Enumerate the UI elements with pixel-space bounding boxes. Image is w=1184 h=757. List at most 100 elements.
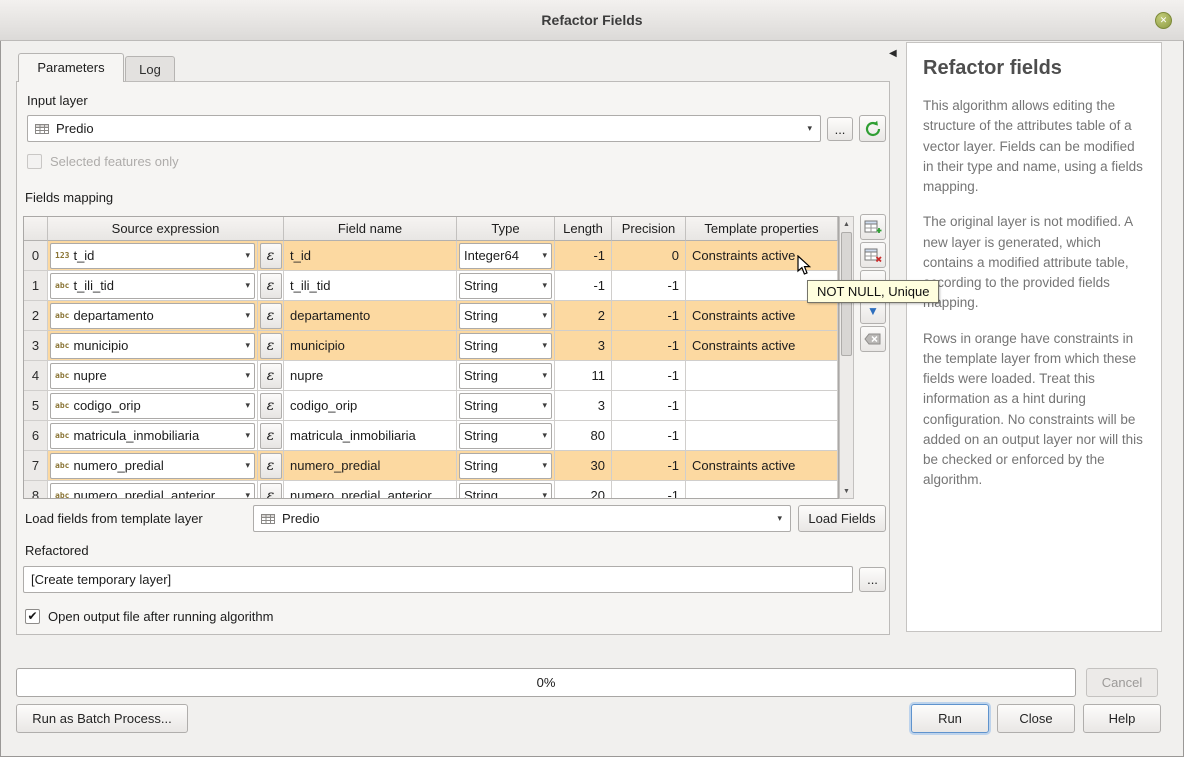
precision-cell[interactable]: -1 [612, 391, 686, 421]
fields-table-row: 0 123 t_id ▾ ε t_id Integer64 ▾ -1 0 Con… [24, 241, 838, 271]
add-field-button[interactable] [860, 214, 886, 240]
open-output-checkbox[interactable]: ✔ [25, 609, 40, 624]
expression-builder-button[interactable]: ε [260, 363, 282, 389]
collapse-help-arrow[interactable]: ◀ [889, 48, 897, 59]
header-precision[interactable]: Precision [612, 217, 686, 241]
row-number[interactable]: 2 [24, 301, 48, 331]
type-combo[interactable]: String ▾ [459, 453, 552, 479]
type-combo[interactable]: String ▾ [459, 273, 552, 299]
type-combo[interactable]: String ▾ [459, 423, 552, 449]
expression-builder-button[interactable]: ε [260, 273, 282, 299]
source-expression-combo[interactable]: abc numero_predial_anterior ▾ [50, 483, 255, 500]
type-cell: String ▾ [457, 361, 555, 391]
source-expression-combo[interactable]: abc municipio ▾ [50, 333, 255, 359]
field-name-cell[interactable]: codigo_orip [284, 391, 457, 421]
refactored-output-input[interactable]: [Create temporary layer] [23, 566, 853, 593]
window-close-button[interactable]: ✕ [1155, 12, 1172, 29]
type-combo[interactable]: String ▾ [459, 303, 552, 329]
close-button[interactable]: Close [997, 704, 1075, 733]
row-number[interactable]: 3 [24, 331, 48, 361]
scroll-up-arrow-icon[interactable]: ▲ [840, 217, 853, 231]
length-cell[interactable]: 3 [555, 331, 612, 361]
field-name-cell[interactable]: municipio [284, 331, 457, 361]
run-button[interactable]: Run [911, 704, 989, 733]
template-properties-cell: Constraints active [686, 331, 838, 361]
reset-fields-button[interactable] [860, 326, 886, 352]
row-number[interactable]: 7 [24, 451, 48, 481]
row-number[interactable]: 1 [24, 271, 48, 301]
field-name-cell[interactable]: departamento [284, 301, 457, 331]
source-expression-combo[interactable]: abc t_ili_tid ▾ [50, 273, 255, 299]
length-cell[interactable]: -1 [555, 271, 612, 301]
precision-cell[interactable]: 0 [612, 241, 686, 271]
refactored-browse-button[interactable]: ... [859, 567, 886, 592]
header-source-expression[interactable]: Source expression [48, 217, 284, 241]
row-number[interactable]: 8 [24, 481, 48, 499]
type-combo[interactable]: String ▾ [459, 483, 552, 500]
input-layer-browse-button[interactable]: ... [827, 117, 853, 141]
type-combo[interactable]: String ▾ [459, 393, 552, 419]
header-field-name[interactable]: Field name [284, 217, 457, 241]
delete-field-button[interactable] [860, 242, 886, 268]
expression-builder-button[interactable]: ε [260, 333, 282, 359]
length-cell[interactable]: 80 [555, 421, 612, 451]
tab-log[interactable]: Log [125, 56, 175, 82]
length-cell[interactable]: 11 [555, 361, 612, 391]
row-number[interactable]: 4 [24, 361, 48, 391]
source-expression-cell: abc numero_predial ▾ [48, 451, 258, 481]
source-expression-combo[interactable]: 123 t_id ▾ [50, 243, 255, 269]
source-expression-combo[interactable]: abc codigo_orip ▾ [50, 393, 255, 419]
input-layer-combo[interactable]: Predio ▾ [27, 115, 821, 142]
field-name-cell[interactable]: numero_predial_anterior [284, 481, 457, 499]
length-cell[interactable]: 20 [555, 481, 612, 499]
row-number[interactable]: 5 [24, 391, 48, 421]
source-expression-combo[interactable]: abc nupre ▾ [50, 363, 255, 389]
type-value: String [464, 308, 498, 323]
field-name-cell[interactable]: matricula_inmobiliaria [284, 421, 457, 451]
iterate-button[interactable] [859, 115, 886, 142]
type-cell: String ▾ [457, 301, 555, 331]
expression-builder-button[interactable]: ε [260, 303, 282, 329]
precision-cell[interactable]: -1 [612, 421, 686, 451]
precision-cell[interactable]: -1 [612, 481, 686, 499]
type-combo[interactable]: String ▾ [459, 363, 552, 389]
template-layer-combo[interactable]: Predio ▾ [253, 505, 791, 532]
header-template-properties[interactable]: Template properties [686, 217, 838, 241]
length-cell[interactable]: 2 [555, 301, 612, 331]
length-cell[interactable]: -1 [555, 241, 612, 271]
source-expression-combo[interactable]: abc numero_predial ▾ [50, 453, 255, 479]
scroll-down-arrow-icon[interactable]: ▼ [840, 484, 853, 498]
header-type[interactable]: Type [457, 217, 555, 241]
row-number[interactable]: 0 [24, 241, 48, 271]
length-cell[interactable]: 3 [555, 391, 612, 421]
type-combo[interactable]: String ▾ [459, 333, 552, 359]
precision-cell[interactable]: -1 [612, 451, 686, 481]
expression-builder-button[interactable]: ε [260, 453, 282, 479]
precision-cell[interactable]: -1 [612, 331, 686, 361]
help-button[interactable]: Help [1083, 704, 1161, 733]
tab-parameters[interactable]: Parameters [18, 53, 124, 82]
expression-builder-button[interactable]: ε [260, 483, 282, 500]
table-vertical-scrollbar[interactable]: ▲ ▼ [839, 216, 854, 499]
precision-cell[interactable]: -1 [612, 301, 686, 331]
source-expression-combo[interactable]: abc matricula_inmobiliaria ▾ [50, 423, 255, 449]
expression-builder-button[interactable]: ε [260, 423, 282, 449]
field-name-cell[interactable]: numero_predial [284, 451, 457, 481]
row-number[interactable]: 6 [24, 421, 48, 451]
expression-builder-button[interactable]: ε [260, 243, 282, 269]
precision-cell[interactable]: -1 [612, 361, 686, 391]
field-name-cell[interactable]: t_ili_tid [284, 271, 457, 301]
type-combo[interactable]: Integer64 ▾ [459, 243, 552, 269]
header-length[interactable]: Length [555, 217, 612, 241]
field-name-cell[interactable]: t_id [284, 241, 457, 271]
expression-builder-button[interactable]: ε [260, 393, 282, 419]
source-expression-combo[interactable]: abc departamento ▾ [50, 303, 255, 329]
fields-table-row: 4 abc nupre ▾ ε nupre String ▾ 11 -1 [24, 361, 838, 391]
cancel-button[interactable]: Cancel [1086, 668, 1158, 697]
length-cell[interactable]: 30 [555, 451, 612, 481]
load-fields-button[interactable]: Load Fields [798, 505, 886, 532]
field-name-cell[interactable]: nupre [284, 361, 457, 391]
precision-cell[interactable]: -1 [612, 271, 686, 301]
run-as-batch-button[interactable]: Run as Batch Process... [16, 704, 188, 733]
title-bar[interactable]: Refactor Fields ✕ [0, 0, 1184, 41]
